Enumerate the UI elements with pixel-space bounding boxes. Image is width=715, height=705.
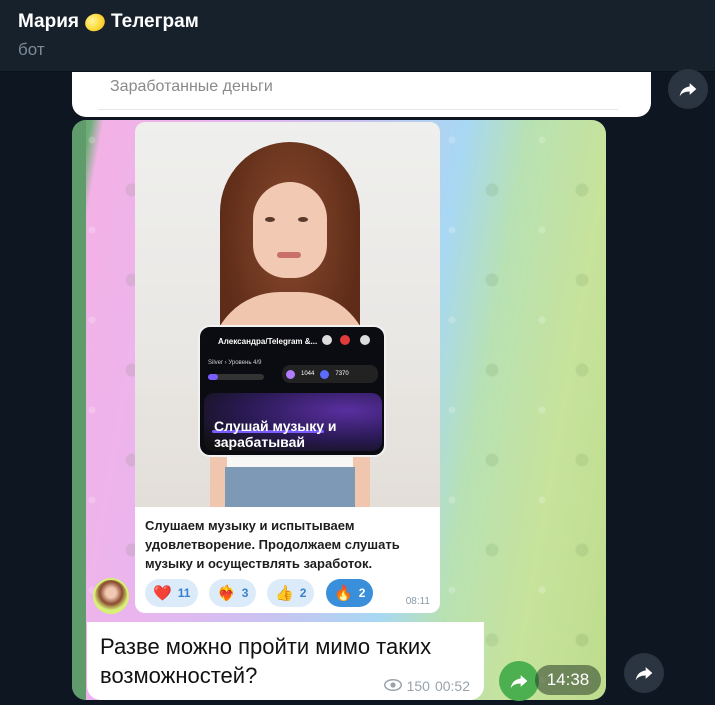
message-time: 14:38 bbox=[535, 665, 601, 695]
inline-button[interactable]: Заработанные деньги bbox=[98, 72, 618, 110]
fire-icon: 🔥 bbox=[334, 584, 353, 602]
forward-icon bbox=[635, 667, 653, 681]
heart-icon: ❤️ bbox=[153, 584, 172, 602]
mockup-progress bbox=[208, 374, 264, 380]
reaction-heart-fire[interactable]: ❤️‍🔥 3 bbox=[209, 579, 257, 607]
trophy-icon bbox=[322, 335, 332, 345]
share-icon bbox=[510, 675, 528, 689]
reaction-count: 3 bbox=[241, 586, 249, 600]
views-count: 150 bbox=[406, 678, 430, 694]
mockup-level: Silver › Уровень 4/9 bbox=[208, 360, 262, 366]
reaction-count: 2 bbox=[299, 586, 307, 600]
banner-text: Слушай музыку и зарабатывай bbox=[214, 418, 337, 450]
mockup-stats: 1044 7370 bbox=[282, 365, 378, 383]
channel-avatar[interactable] bbox=[93, 578, 129, 614]
caption-time: 00:52 bbox=[434, 678, 470, 694]
post-text: Слушаем музыку и испытываем удовлетворен… bbox=[135, 507, 440, 579]
thumbs-up-icon: 👍 bbox=[275, 584, 294, 602]
reaction-fire[interactable]: 🔥 2 bbox=[326, 579, 374, 607]
chat-header[interactable]: Мария Телеграм бот bbox=[0, 0, 715, 72]
reaction-count: 11 bbox=[177, 586, 191, 600]
reaction-heart[interactable]: ❤️ 11 bbox=[145, 579, 199, 607]
reaction-thumbs-up[interactable]: 👍 2 bbox=[267, 579, 315, 607]
chat-title: Мария Телеграм bbox=[18, 10, 199, 34]
chat-title-suffix: Телеграм bbox=[111, 11, 199, 32]
previous-message-bubble: Заработанные деньги bbox=[72, 72, 651, 117]
chat-title-name: Мария bbox=[18, 11, 79, 32]
reaction-count: 2 bbox=[358, 586, 366, 600]
post-time: 08:11 bbox=[405, 596, 430, 607]
caption-bubble: Разве можно пройти мимо таких возможност… bbox=[87, 622, 484, 700]
forward-button-bottom[interactable] bbox=[624, 653, 664, 693]
forward-icon bbox=[679, 83, 697, 97]
forward-button[interactable] bbox=[668, 69, 708, 109]
eye-icon bbox=[383, 678, 402, 694]
inline-button-label: Заработанные деньги bbox=[110, 78, 273, 95]
lemon-icon bbox=[82, 10, 108, 34]
reactions-bar: ❤️ 11 ❤️‍🔥 3 👍 2 🔥 2 08:11 bbox=[135, 575, 440, 613]
share-button[interactable] bbox=[499, 661, 539, 701]
notification-icon bbox=[340, 335, 350, 345]
caption-meta: 150 00:52 bbox=[383, 678, 470, 694]
heart-on-fire-icon: ❤️‍🔥 bbox=[217, 584, 236, 602]
mockup-title: Александра/Telegram &... bbox=[218, 337, 318, 346]
help-icon bbox=[360, 335, 370, 345]
chat-subtitle: бот bbox=[18, 40, 45, 59]
telegram-window: Мария Телеграм бот Заработанные деньги А… bbox=[0, 0, 715, 705]
